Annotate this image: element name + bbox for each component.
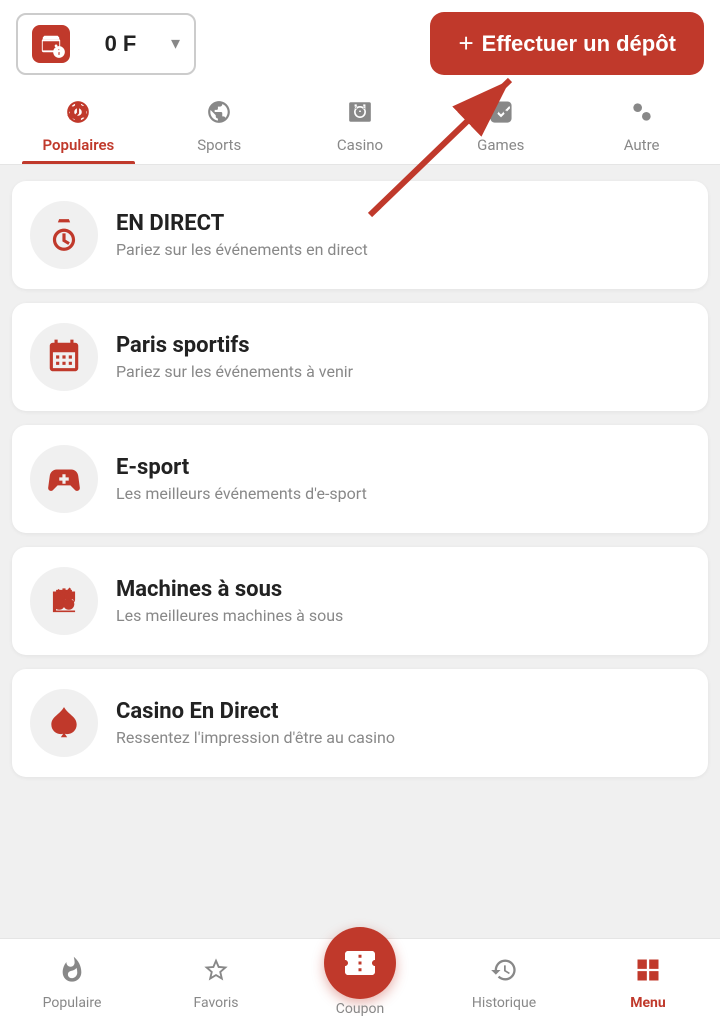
list-item-paris-sportifs[interactable]: Paris sportifs Pariez sur les événements… bbox=[12, 303, 708, 411]
gamepad-icon bbox=[45, 460, 83, 498]
deposit-label: Effectuer un dépôt bbox=[482, 31, 676, 57]
games-icon bbox=[488, 99, 514, 132]
tab-populaires[interactable]: Populaires bbox=[8, 87, 149, 164]
calendar-icon bbox=[45, 338, 83, 376]
machines-sous-icon-wrap bbox=[30, 567, 98, 635]
e-sport-icon-wrap bbox=[30, 445, 98, 513]
en-direct-icon-wrap bbox=[30, 201, 98, 269]
list-item-casino-direct[interactable]: Casino En Direct Ressentez l'impression … bbox=[12, 669, 708, 777]
bottom-nav-populaire[interactable]: Populaire bbox=[0, 948, 144, 1019]
machines-sous-text: Machines à sous Les meilleures machines … bbox=[116, 577, 343, 625]
content-area: EN DIRECT Pariez sur les événements en d… bbox=[0, 165, 720, 893]
clock-icon bbox=[490, 956, 518, 991]
list-item-en-direct[interactable]: EN DIRECT Pariez sur les événements en d… bbox=[12, 181, 708, 289]
casino-direct-icon-wrap bbox=[30, 689, 98, 757]
bottom-nav-historique-label: Historique bbox=[472, 995, 536, 1011]
tab-autre[interactable]: Autre bbox=[571, 87, 712, 164]
paris-sportifs-text: Paris sportifs Pariez sur les événements… bbox=[116, 333, 353, 381]
paris-sportifs-desc: Pariez sur les événements à venir bbox=[116, 362, 353, 381]
bottom-nav-menu-label: Menu bbox=[630, 995, 666, 1011]
balance-icon bbox=[32, 25, 70, 63]
list-item-e-sport[interactable]: E-sport Les meilleurs événements d'e-spo… bbox=[12, 425, 708, 533]
balance-button[interactable]: 0 F ▾ bbox=[16, 13, 196, 75]
header: 0 F ▾ + Effectuer un dépôt bbox=[0, 0, 720, 87]
nav-tabs: Populaires Sports Casino bbox=[0, 87, 720, 165]
en-direct-title: EN DIRECT bbox=[116, 211, 368, 236]
deposit-button[interactable]: + Effectuer un dépôt bbox=[430, 12, 704, 75]
grid-icon bbox=[634, 956, 662, 991]
tab-populaires-label: Populaires bbox=[43, 136, 115, 154]
casino-direct-text: Casino En Direct Ressentez l'impression … bbox=[116, 699, 395, 747]
cherry-icon bbox=[45, 582, 83, 620]
machines-sous-desc: Les meilleures machines à sous bbox=[116, 606, 343, 625]
e-sport-desc: Les meilleurs événements d'e-sport bbox=[116, 484, 367, 503]
bottom-nav-favoris[interactable]: Favoris bbox=[144, 948, 288, 1019]
fire-icon bbox=[58, 956, 86, 991]
casino-icon bbox=[347, 99, 373, 132]
bottom-nav-menu[interactable]: Menu bbox=[576, 948, 720, 1019]
star-icon bbox=[65, 99, 91, 132]
tab-sports-label: Sports bbox=[197, 136, 241, 154]
paris-sportifs-title: Paris sportifs bbox=[116, 333, 353, 358]
e-sport-text: E-sport Les meilleurs événements d'e-spo… bbox=[116, 455, 367, 503]
list-item-machines-sous[interactable]: Machines à sous Les meilleures machines … bbox=[12, 547, 708, 655]
en-direct-desc: Pariez sur les événements en direct bbox=[116, 240, 368, 259]
sports-icon bbox=[206, 99, 232, 132]
tab-sports[interactable]: Sports bbox=[149, 87, 290, 164]
machines-sous-title: Machines à sous bbox=[116, 577, 343, 602]
tab-autre-label: Autre bbox=[624, 136, 660, 154]
chevron-down-icon: ▾ bbox=[171, 33, 180, 54]
bottom-nav-historique[interactable]: Historique bbox=[432, 948, 576, 1019]
balance-amount: 0 F bbox=[80, 31, 161, 57]
spade-icon bbox=[45, 704, 83, 742]
star-outline-icon bbox=[202, 956, 230, 991]
tab-casino-label: Casino bbox=[337, 136, 383, 154]
bottom-nav: Populaire Favoris Coupon Historique bbox=[0, 938, 720, 1028]
paris-sportifs-icon-wrap bbox=[30, 323, 98, 391]
tab-games[interactable]: Games bbox=[430, 87, 571, 164]
casino-direct-title: Casino En Direct bbox=[116, 699, 395, 724]
coupon-circle[interactable] bbox=[324, 927, 396, 999]
stopwatch-icon bbox=[45, 216, 83, 254]
ticket-icon bbox=[342, 945, 378, 981]
bottom-nav-favoris-label: Favoris bbox=[193, 995, 238, 1011]
bottom-nav-coupon-label: Coupon bbox=[336, 1001, 384, 1017]
plus-icon: + bbox=[458, 28, 473, 59]
tab-games-label: Games bbox=[477, 136, 524, 154]
casino-direct-desc: Ressentez l'impression d'être au casino bbox=[116, 728, 395, 747]
tab-casino[interactable]: Casino bbox=[290, 87, 431, 164]
autre-icon bbox=[629, 99, 655, 132]
en-direct-text: EN DIRECT Pariez sur les événements en d… bbox=[116, 211, 368, 259]
e-sport-title: E-sport bbox=[116, 455, 367, 480]
bottom-nav-coupon[interactable]: Coupon bbox=[288, 951, 432, 1017]
bottom-nav-populaire-label: Populaire bbox=[43, 995, 102, 1011]
